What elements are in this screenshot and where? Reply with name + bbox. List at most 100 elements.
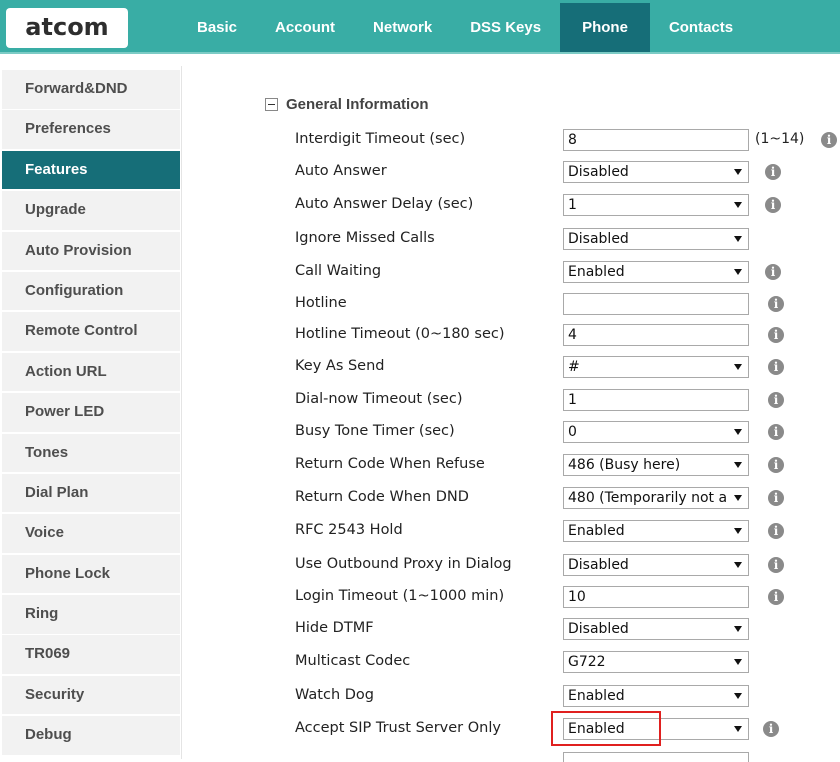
sidebar-item-upgrade[interactable]: Upgrade (2, 191, 180, 230)
select-dropdown[interactable]: Enabled (563, 261, 749, 283)
tab-phone[interactable]: Phone (560, 3, 650, 52)
info-icon[interactable]: i (765, 197, 781, 213)
info-icon[interactable]: i (768, 296, 784, 312)
select-value: G722 (568, 654, 606, 670)
text-input[interactable]: 10 (563, 586, 749, 608)
info-icon[interactable]: i (765, 164, 781, 180)
form-row: Hotline Timeout (0~180 sec) 4 i (295, 324, 835, 346)
field-label: Login Timeout (1~1000 min) (295, 588, 505, 604)
info-icon[interactable]: i (768, 424, 784, 440)
sidebar-item-phone-lock[interactable]: Phone Lock (2, 554, 180, 594)
field-label: Return Code When Refuse (295, 456, 485, 472)
select-dropdown[interactable]: Disabled (563, 161, 749, 183)
select-dropdown[interactable]: 0 (563, 421, 749, 443)
form-row: Busy Tone Timer (sec) 0 i (295, 421, 835, 443)
select-value: 1 (568, 197, 577, 213)
range-hint: (1~14) (755, 131, 805, 147)
form-row: Dial-now Timeout (sec) 1 i (295, 389, 835, 411)
select-value: Disabled (568, 621, 629, 637)
select-dropdown[interactable]: 486 (Busy here) (563, 454, 749, 476)
text-input[interactable] (563, 293, 749, 315)
form-row: Return Code When Refuse 486 (Busy here) i (295, 454, 835, 476)
sidebar-item-ring[interactable]: Ring (2, 595, 180, 634)
info-icon[interactable]: i (768, 359, 784, 375)
tab-network[interactable]: Network (354, 3, 451, 52)
select-dropdown[interactable]: Disabled (563, 554, 749, 576)
select-dropdown[interactable]: Enabled (563, 685, 749, 707)
field-label: Key As Send (295, 358, 385, 374)
dropdown-arrow-icon (734, 626, 742, 632)
form-row: Auto Answer Delay (sec) 1 i (295, 194, 835, 216)
select-dropdown[interactable]: 480 (Temporarily not a (563, 487, 749, 509)
info-icon[interactable]: i (768, 523, 784, 539)
info-icon[interactable]: i (768, 557, 784, 573)
dropdown-arrow-icon (734, 659, 742, 665)
dropdown-arrow-icon (734, 528, 742, 534)
tab-contacts[interactable]: Contacts (650, 3, 752, 52)
dropdown-arrow-icon (734, 726, 742, 732)
sidebar-item-voice[interactable]: Voice (2, 514, 180, 553)
sidebar-item-forward-dnd[interactable]: Forward&DND (2, 70, 180, 109)
sidebar-item-power-led[interactable]: Power LED (2, 393, 180, 432)
info-icon[interactable]: i (768, 327, 784, 343)
dropdown-arrow-icon (734, 429, 742, 435)
sidebar-item-tr069[interactable]: TR069 (2, 635, 180, 674)
field-label: Dial-now Timeout (sec) (295, 391, 463, 407)
info-icon[interactable]: i (821, 132, 837, 148)
text-input[interactable]: 1 (563, 389, 749, 411)
sidebar-item-dial-plan[interactable]: Dial Plan (2, 473, 180, 513)
select-value: Enabled (568, 688, 625, 704)
select-value: Enabled (568, 264, 625, 280)
atcom-logo: atcom (6, 8, 128, 48)
info-icon[interactable]: i (768, 490, 784, 506)
form-row: Watch Dog Enabled (295, 685, 835, 707)
field-label: Busy Tone Timer (sec) (295, 423, 455, 439)
tab-basic[interactable]: Basic (190, 3, 256, 52)
select-value: 0 (568, 424, 577, 440)
dropdown-arrow-icon (734, 364, 742, 370)
field-label: Auto Answer Delay (sec) (295, 196, 474, 212)
select-dropdown[interactable]: G722 (563, 651, 749, 673)
field-label: Hide DTMF (295, 620, 374, 636)
field-label: Call Waiting (295, 263, 382, 279)
dropdown-arrow-icon (734, 202, 742, 208)
sidebar-item-configuration[interactable]: Configuration (2, 271, 180, 311)
info-icon[interactable]: i (768, 392, 784, 408)
select-value: 486 (Busy here) (568, 457, 681, 473)
form-row: Interdigit Timeout (sec) 8 (1~14) i (295, 129, 837, 151)
collapse-minus-icon[interactable] (265, 98, 278, 111)
form-row: Multicast Codec G722 (295, 651, 835, 673)
dropdown-arrow-icon (734, 495, 742, 501)
sidebar-item-security[interactable]: Security (2, 675, 180, 715)
form-row: Login Timeout (1~1000 min) 10 i (295, 586, 835, 608)
sidebar-item-tones[interactable]: Tones (2, 433, 180, 473)
tab-account[interactable]: Account (256, 3, 354, 52)
select-dropdown[interactable]: Disabled (563, 228, 749, 250)
field-label: Use Outbound Proxy in Dialog (295, 556, 512, 572)
sidebar-item-action-url[interactable]: Action URL (2, 352, 180, 392)
info-icon[interactable]: i (768, 457, 784, 473)
form-row: Key As Send # i (295, 356, 835, 378)
tab-dss-keys[interactable]: DSS Keys (451, 3, 560, 52)
form-row: Hide DTMF Disabled (295, 618, 835, 640)
select-dropdown[interactable]: # (563, 356, 749, 378)
main-nav: Basic Account Network DSS Keys Phone Con… (190, 3, 752, 52)
field-label: Return Code When DND (295, 489, 469, 505)
info-icon[interactable]: i (768, 589, 784, 605)
select-dropdown[interactable]: Enabled (563, 520, 749, 542)
select-dropdown[interactable]: Disabled (563, 618, 749, 640)
select-dropdown[interactable]: 1 (563, 194, 749, 216)
dropdown-arrow-icon (734, 693, 742, 699)
sidebar-item-auto-provision[interactable]: Auto Provision (2, 231, 180, 271)
sidebar-item-remote-control[interactable]: Remote Control (2, 312, 180, 351)
select-value: # (568, 359, 580, 375)
sidebar-item-preferences[interactable]: Preferences (2, 110, 180, 149)
sidebar-item-debug[interactable]: Debug (2, 716, 180, 755)
sidebar-item-features[interactable]: Features (2, 150, 180, 190)
text-input[interactable]: 8 (563, 129, 749, 151)
sidebar: Forward&DND Preferences Features Upgrade… (2, 70, 180, 757)
field-label: Interdigit Timeout (sec) (295, 131, 466, 147)
info-icon[interactable]: i (763, 721, 779, 737)
info-icon[interactable]: i (765, 264, 781, 280)
text-input[interactable]: 4 (563, 324, 749, 346)
